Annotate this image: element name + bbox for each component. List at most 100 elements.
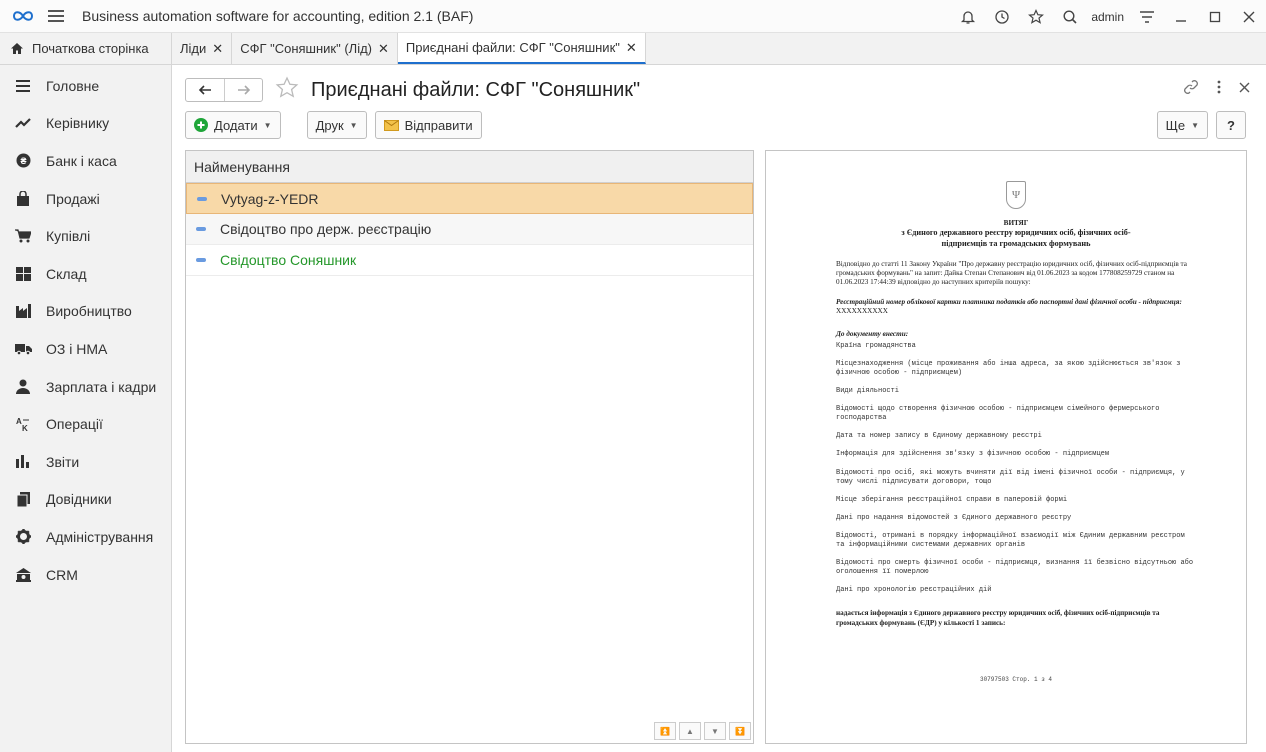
include-item: Інформація для здійснення зв'язку з фізи…	[836, 450, 1110, 459]
user-name[interactable]: admin	[1091, 10, 1124, 24]
forward-button[interactable]	[224, 79, 262, 101]
include-label: До документу внести:	[836, 330, 909, 339]
file-name: Свідоцтво Соняшник	[220, 252, 357, 268]
document-title: ВИТЯГ	[1003, 219, 1029, 227]
sidebar-item-label: Довідники	[46, 491, 112, 508]
sidebar-item-warehouse[interactable]: Склад	[0, 255, 171, 293]
include-item: Відомості про смерть фізичної особи - пі…	[836, 559, 1194, 577]
tab-label: СФГ "Соняшник" (Лід)	[240, 41, 373, 56]
include-item: Дата та номер запису в Єдиному державном…	[836, 432, 1042, 441]
truck-icon	[14, 340, 32, 358]
sidebar-item-crm[interactable]: CRM	[0, 556, 171, 594]
settings-menu-icon[interactable]	[1130, 0, 1164, 33]
scroll-up-icon[interactable]: ▲	[679, 722, 701, 740]
maximize-icon[interactable]	[1198, 0, 1232, 33]
title-bar: Business automation software for account…	[0, 0, 1266, 33]
home-icon	[11, 43, 23, 54]
criteria-value: XXXXXXXXXX	[836, 307, 888, 316]
sidebar-item-label: Склад	[46, 265, 87, 282]
coat-of-arms-icon: Ψ	[1006, 181, 1026, 209]
sidebar-item-manager[interactable]: Керівнику	[0, 105, 171, 143]
sidebar-item-bank[interactable]: ₴ Банк і каса	[0, 142, 171, 180]
trend-icon	[14, 114, 32, 132]
tab-close-icon[interactable]: ✕	[626, 40, 637, 56]
sidebar-item-administration[interactable]: Адміністрування	[0, 518, 171, 556]
favorites-star-icon[interactable]	[1019, 0, 1053, 33]
chart-icon	[14, 453, 32, 471]
sidebar-item-fixed-assets[interactable]: ОЗ і НМА	[0, 330, 171, 368]
warehouse-icon	[14, 265, 32, 283]
more-actions-icon[interactable]	[1217, 80, 1221, 97]
scroll-bottom-icon[interactable]: ⏬	[729, 722, 751, 740]
sidebar-item-label: Керівнику	[46, 115, 110, 132]
sidebar-item-label: Звіти	[46, 453, 80, 470]
tab-close-icon[interactable]: ✕	[212, 41, 223, 57]
document-subtitle: з Єдиного державного реєстру юридичних о…	[901, 228, 1131, 238]
sidebar-item-main[interactable]: Головне	[0, 67, 171, 105]
link-icon[interactable]	[1183, 79, 1199, 98]
sidebar-item-purchases[interactable]: Купівлі	[0, 217, 171, 255]
include-item: Види діяльності	[836, 387, 900, 396]
add-button-label: Додати	[214, 117, 258, 133]
tab-home[interactable]: Початкова сторінка	[0, 33, 172, 64]
add-icon	[194, 118, 208, 132]
search-icon[interactable]	[1053, 0, 1087, 33]
help-button[interactable]: ?	[1216, 111, 1246, 139]
criteria-label: Реєстраційний номер облікової картки пла…	[836, 297, 1182, 306]
tab-close-icon[interactable]: ✕	[378, 41, 389, 57]
envelope-icon	[383, 119, 399, 131]
books-icon	[14, 490, 32, 508]
cart-icon	[14, 227, 32, 245]
file-icon	[196, 258, 206, 262]
operations-icon: AK	[14, 415, 32, 433]
sidebar-item-reports[interactable]: Звіти	[0, 443, 171, 481]
column-header-name[interactable]: Найменування	[186, 151, 753, 183]
sidebar-item-production[interactable]: Виробництво	[0, 293, 171, 331]
close-icon[interactable]	[1232, 0, 1266, 33]
history-icon[interactable]	[985, 0, 1019, 33]
sidebar-item-label: Адміністрування	[46, 528, 154, 545]
svg-text:₴: ₴	[20, 156, 26, 166]
send-button[interactable]: Відправити	[374, 111, 482, 139]
back-button[interactable]	[186, 79, 224, 101]
document-preview[interactable]: Ψ ВИТЯГ з Єдиного державного реєстру юри…	[765, 150, 1247, 744]
main-menu-icon[interactable]	[48, 10, 64, 22]
sidebar-item-operations[interactable]: AK Операції	[0, 405, 171, 443]
tab-leads[interactable]: Ліди ✕	[172, 33, 233, 64]
tab-attached-files[interactable]: Приєднані файли: СФГ "Соняшник" ✕	[397, 33, 646, 64]
table-row[interactable]: Свідоцтво Соняшник	[186, 245, 753, 276]
svg-text:K: K	[22, 424, 28, 432]
document-intro: Відповідно до статті 11 Закону України "…	[836, 259, 1187, 287]
close-form-icon[interactable]	[1239, 81, 1250, 96]
sidebar-item-label: Операції	[46, 416, 103, 433]
tab-lead-record[interactable]: СФГ "Соняшник" (Лід) ✕	[232, 33, 398, 64]
sidebar-item-sales[interactable]: Продажі	[0, 180, 171, 218]
history-nav	[185, 78, 263, 102]
table-row[interactable]: Свідоцтво про держ. реєстрацію	[186, 214, 753, 245]
scroll-down-icon[interactable]: ▼	[704, 722, 726, 740]
sidebar-item-label: Зарплата і кадри	[46, 378, 157, 395]
main-content: Приєднані файли: СФГ "Соняшник" Додати ▼…	[173, 65, 1266, 752]
sidebar-item-label: Купівлі	[46, 228, 91, 245]
scroll-top-icon[interactable]: ⏫	[654, 722, 676, 740]
table-row[interactable]: Vytyag-z-YEDR	[186, 183, 753, 214]
sidebar-item-directories[interactable]: Довідники	[0, 481, 171, 519]
menu-icon	[14, 77, 32, 95]
favorite-star-icon[interactable]	[275, 76, 299, 104]
print-button[interactable]: Друк ▼	[306, 111, 367, 139]
include-item: Дані про хронологію реєстраційних дій	[836, 586, 992, 595]
add-button[interactable]: Додати ▼	[185, 111, 281, 139]
sidebar-item-payroll[interactable]: Зарплата і кадри	[0, 368, 171, 406]
include-item: Місце зберігання реєстраційної справи в …	[836, 495, 1068, 504]
bag-icon	[14, 190, 32, 208]
more-button-label: Ще	[1165, 117, 1186, 133]
include-item: Відомості щодо створення фізичною особою…	[836, 405, 1160, 423]
bell-icon[interactable]	[951, 0, 985, 33]
sidebar-item-label: Виробництво	[46, 303, 132, 320]
sidebar-item-label: ОЗ і НМА	[46, 340, 108, 357]
include-item: Країна громадянства	[836, 341, 916, 350]
file-name: Свідоцтво про держ. реєстрацію	[220, 221, 432, 237]
more-button[interactable]: Ще ▼	[1156, 111, 1208, 139]
file-name: Vytyag-z-YEDR	[221, 190, 319, 207]
minimize-icon[interactable]	[1164, 0, 1198, 33]
